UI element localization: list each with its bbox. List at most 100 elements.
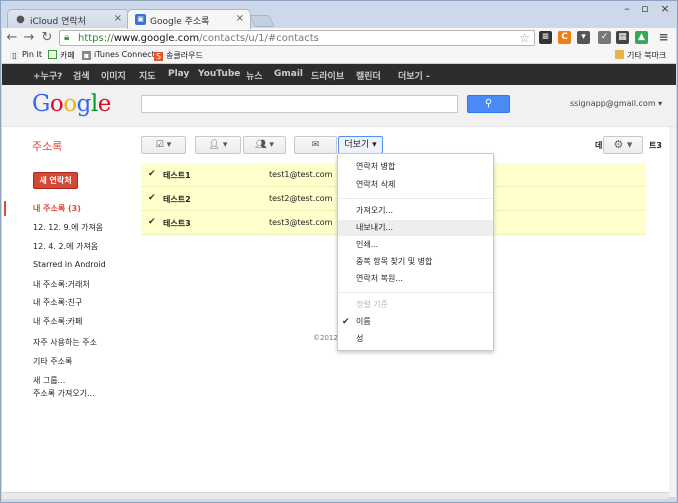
- minimize-icon[interactable]: –: [619, 2, 635, 16]
- nav-frequent[interactable]: 자주 사용하는 주소: [33, 337, 97, 348]
- bookmark-pin-it[interactable]: ▯ Pin It: [10, 50, 42, 60]
- google-bar: +누구? 검색 이미지 지도 Play YouTube 뉴스 Gmail 드라이…: [2, 64, 676, 85]
- back-icon[interactable]: ←: [5, 30, 19, 45]
- c-extension-icon[interactable]: C: [558, 31, 571, 44]
- nav-starred-android[interactable]: Starred in Android: [33, 260, 106, 269]
- horizontal-scrollbar[interactable]: [2, 492, 669, 499]
- nav-import-contacts[interactable]: 주소록 가져오기...: [33, 388, 95, 399]
- more-button[interactable]: 더보기 ▾: [338, 136, 383, 154]
- add-to-group-button[interactable]: 👤︎ ▾: [195, 136, 241, 154]
- menu-divider: [338, 198, 493, 199]
- more-dropdown-menu: 연락처 병합 연락처 삭제 가져오기... 내보내기... 인쇄... 중복 항…: [337, 153, 494, 351]
- tab-title: Google 주소록: [150, 17, 210, 27]
- menu-icon[interactable]: ≡: [657, 31, 670, 44]
- contacts-icon: ▣: [135, 14, 146, 25]
- copyright-text: ©2012: [313, 334, 338, 342]
- select-checkbox-button[interactable]: ☑ ▾: [141, 136, 186, 154]
- checkbox-checked-icon[interactable]: ✔: [148, 194, 157, 203]
- layers-icon[interactable]: ≡: [539, 31, 552, 44]
- app-title: 주소록: [32, 140, 63, 153]
- gbar-news[interactable]: 뉴스: [246, 69, 263, 82]
- menu-item-sort-last-name[interactable]: 성: [338, 331, 493, 347]
- address-bar[interactable]: 🔒︎ https://www.google.com/contacts/u/1/#…: [59, 30, 535, 46]
- page-header: Google ⚲ ssignapp@gmail.com ▾: [2, 85, 676, 127]
- menu-item-export[interactable]: 내보내기...: [338, 220, 493, 236]
- google-logo[interactable]: Google: [32, 91, 111, 117]
- close-icon[interactable]: ×: [236, 13, 244, 24]
- nav-other-contacts[interactable]: 기타 주소록: [33, 356, 72, 367]
- cloud-icon: S: [154, 52, 163, 61]
- browser-toolbar: ← → ↻ 🔒︎ https://www.google.com/contacts…: [2, 28, 676, 48]
- account-menu[interactable]: ssignapp@gmail.com ▾: [570, 99, 662, 108]
- tab-google-contacts[interactable]: ▣ Google 주소록 ×: [127, 9, 251, 29]
- gbar-search[interactable]: 검색: [73, 69, 90, 82]
- vertical-scrollbar[interactable]: [669, 127, 676, 497]
- nav-imported-2[interactable]: 12. 4. 2.에 가져옴: [33, 241, 98, 252]
- tab-title: iCloud 연락처: [30, 17, 86, 27]
- checkbox-icon: ☑ ▾: [155, 140, 172, 150]
- cafe-icon: [48, 50, 57, 59]
- new-contact-button[interactable]: 새 연락처: [33, 172, 78, 189]
- plugin-icon[interactable]: ✓: [598, 31, 611, 44]
- menu-item-sort-first-name[interactable]: ✔ 이름: [338, 314, 493, 330]
- nav-group-clients[interactable]: 내 주소록:거래처: [33, 279, 90, 290]
- settings-button[interactable]: ⚙ ▾: [603, 136, 643, 154]
- nav-new-group[interactable]: 새 그룹...: [33, 375, 65, 386]
- bookmark-cafe[interactable]: 카페: [48, 50, 75, 61]
- contact-name: 테스트2: [163, 195, 191, 204]
- menu-item-delete[interactable]: 연락처 삭제: [338, 177, 493, 193]
- tab-icloud[interactable]: ● iCloud 연락처 ×: [7, 9, 129, 29]
- pocket-icon[interactable]: ▾: [577, 31, 590, 44]
- nav-my-contacts[interactable]: 내 주소록 (3): [33, 203, 81, 214]
- partial-label: 데: [595, 141, 603, 150]
- lock-icon: 🔒︎: [64, 32, 70, 43]
- url-text: https://www.google.com/contacts/u/1/#con…: [78, 33, 319, 44]
- bookmark-itunes-connect[interactable]: ▪ iTunes Connect: [82, 50, 155, 60]
- gbar-play[interactable]: Play: [168, 69, 189, 79]
- checkmark-icon: ✔: [342, 317, 350, 327]
- contact-email: test3@test.com: [269, 218, 333, 227]
- nav-selection-indicator: [4, 201, 6, 216]
- menu-item-print[interactable]: 인쇄...: [338, 237, 493, 253]
- apple-icon: ●: [16, 14, 25, 25]
- gbar-calendar[interactable]: 캘린더: [356, 69, 381, 82]
- search-input[interactable]: [141, 95, 458, 113]
- menu-item-merge[interactable]: 연락처 병합: [338, 159, 493, 175]
- maximize-icon[interactable]: ▫: [637, 2, 653, 16]
- gbar-youtube[interactable]: YouTube: [198, 69, 240, 79]
- gbar-gmail[interactable]: Gmail: [274, 69, 303, 79]
- tab-strip: ● iCloud 연락처 × ▣ Google 주소록 × – ▫ ×: [0, 0, 678, 29]
- menu-divider: [338, 292, 493, 293]
- gbar-images[interactable]: 이미지: [101, 69, 126, 82]
- bookmarks-bar: ▯ Pin It 카페 ▪ iTunes Connect S 송클라우드 기타 북마크: [2, 48, 676, 64]
- nav-group-cafe[interactable]: 내 주소록:카페: [33, 316, 82, 327]
- gbar-more[interactable]: 더보기 -: [398, 69, 430, 82]
- partial-label: 트3: [649, 141, 662, 150]
- menu-item-import[interactable]: 가져오기...: [338, 203, 493, 219]
- forward-icon[interactable]: →: [22, 30, 36, 45]
- close-icon[interactable]: ×: [114, 13, 122, 24]
- gbar-plus[interactable]: +누구?: [33, 69, 62, 82]
- person-add-icon: 👤︎ ▾: [208, 140, 228, 150]
- menu-item-find-duplicates[interactable]: 중복 항목 찾기 및 병합: [338, 254, 493, 270]
- contact-name: 테스트1: [163, 171, 191, 180]
- reader-icon[interactable]: ▦: [616, 31, 629, 44]
- nav-imported-1[interactable]: 12. 12. 9.에 가져옴: [33, 222, 103, 233]
- menu-item-restore[interactable]: 연락처 복원...: [338, 271, 493, 287]
- new-tab-button[interactable]: [249, 15, 275, 27]
- bookmark-cloud[interactable]: S 송클라우드: [154, 50, 203, 61]
- bookmark-star-icon[interactable]: ☆: [519, 31, 530, 45]
- gbar-maps[interactable]: 지도: [139, 69, 156, 82]
- email-button[interactable]: ✉: [294, 136, 337, 154]
- checkbox-checked-icon[interactable]: ✔: [148, 218, 157, 227]
- nav-group-friends[interactable]: 내 주소록:친구: [33, 297, 82, 308]
- checkbox-checked-icon[interactable]: ✔: [148, 170, 157, 179]
- reload-icon[interactable]: ↻: [40, 30, 54, 45]
- contact-name: 테스트3: [163, 219, 191, 228]
- search-button[interactable]: ⚲: [467, 95, 510, 113]
- drive-icon[interactable]: ▲: [635, 31, 648, 44]
- other-bookmarks[interactable]: 기타 북마크: [615, 50, 666, 61]
- gbar-drive[interactable]: 드라이브: [311, 69, 344, 82]
- group-button[interactable]: 👥︎ ▾: [243, 136, 286, 154]
- window-close-icon[interactable]: ×: [657, 2, 673, 16]
